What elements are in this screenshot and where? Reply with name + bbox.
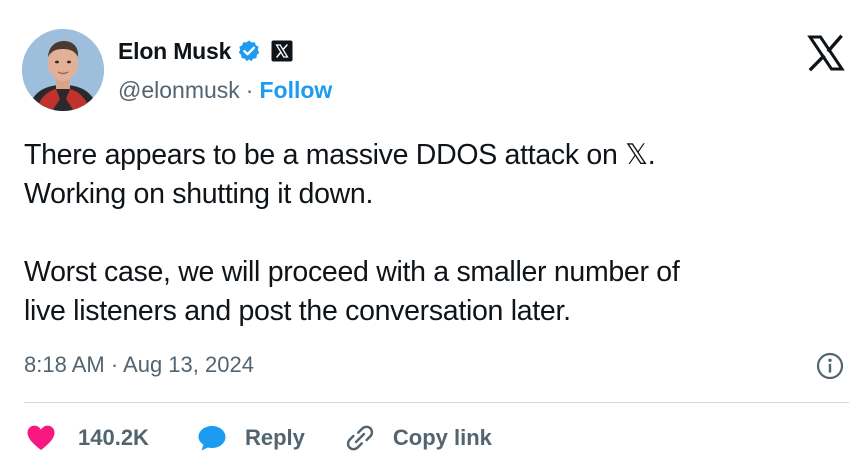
copy-link-label: Copy link	[392, 425, 492, 450]
author-handle-row: @elonmusk · Follow	[118, 75, 332, 105]
tweet-text-line: There appears to be a massive DDOS attac…	[24, 139, 656, 171]
tweet-timestamp[interactable]: 8:18 AM · Aug 13, 2024	[24, 352, 254, 378]
reply-button[interactable]: Reply	[197, 424, 305, 452]
avatar[interactable]	[22, 29, 104, 111]
like-count: 140.2K	[78, 425, 149, 450]
copy-link-button[interactable]: Copy link	[345, 423, 492, 453]
reply-label: Reply	[244, 425, 305, 450]
info-icon[interactable]	[815, 351, 845, 381]
author-handle[interactable]: @elonmusk	[118, 77, 240, 104]
like-button[interactable]: 140.2K	[26, 424, 149, 452]
tweet-actions: 140.2K Reply Copy link	[26, 420, 492, 456]
tweet-text-line: live listeners and post the conversation…	[24, 295, 571, 327]
heart-icon	[27, 425, 55, 450]
x-logo-icon[interactable]	[807, 34, 845, 72]
divider	[24, 402, 849, 403]
author-display-name[interactable]: Elon Musk	[118, 38, 231, 65]
speech-bubble-icon	[198, 426, 226, 451]
tweet-text-line: Worst case, we will proceed with a small…	[24, 256, 680, 288]
link-icon	[346, 425, 374, 451]
tweet-text-line: Working on shutting it down.	[24, 178, 374, 210]
tweet-card: Elon Musk @elonmusk · Follow There appea…	[0, 0, 865, 467]
follow-button[interactable]: Follow	[259, 77, 332, 104]
verified-badge-icon[interactable]	[237, 39, 261, 63]
separator-dot: ·	[245, 76, 254, 103]
x-affiliation-icon[interactable]	[271, 40, 293, 62]
author-name-row: Elon Musk	[118, 36, 293, 66]
tweet-text: There appears to be a massive DDOS attac…	[24, 136, 834, 331]
